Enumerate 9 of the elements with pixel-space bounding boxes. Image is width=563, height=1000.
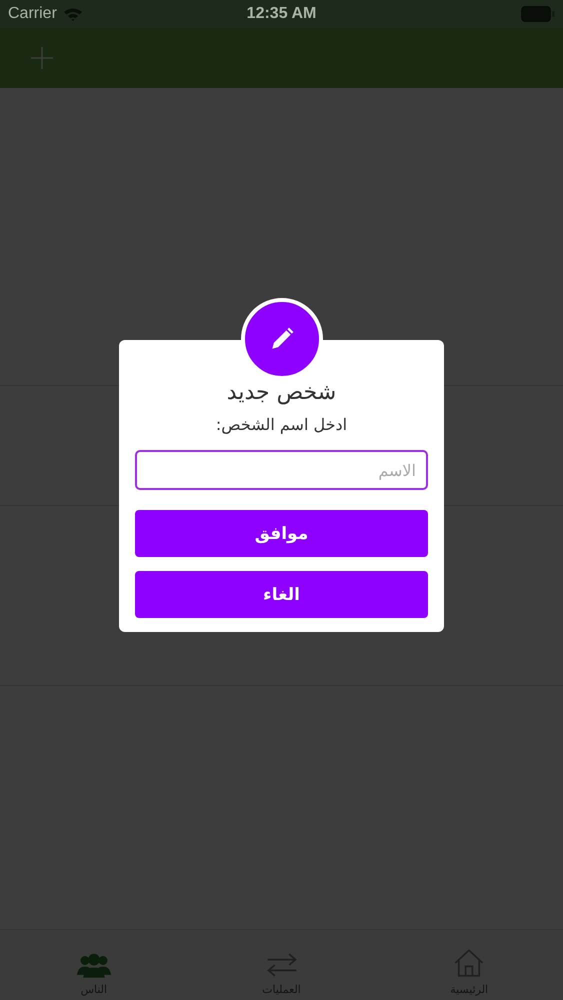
dialog-message: ادخل اسم الشخص: (214, 415, 348, 434)
dialog-title: شخص جديد (226, 380, 338, 405)
time-label: 12:35 AM (246, 5, 316, 23)
dialog-button[interactable]: موافق (135, 510, 428, 557)
battery-icon (521, 6, 555, 22)
name-field[interactable]: الاسم (135, 450, 428, 490)
dialog-button[interactable]: الغاء (135, 571, 428, 618)
wifi-icon (62, 7, 83, 21)
carrier-label: Carrier (8, 5, 57, 23)
